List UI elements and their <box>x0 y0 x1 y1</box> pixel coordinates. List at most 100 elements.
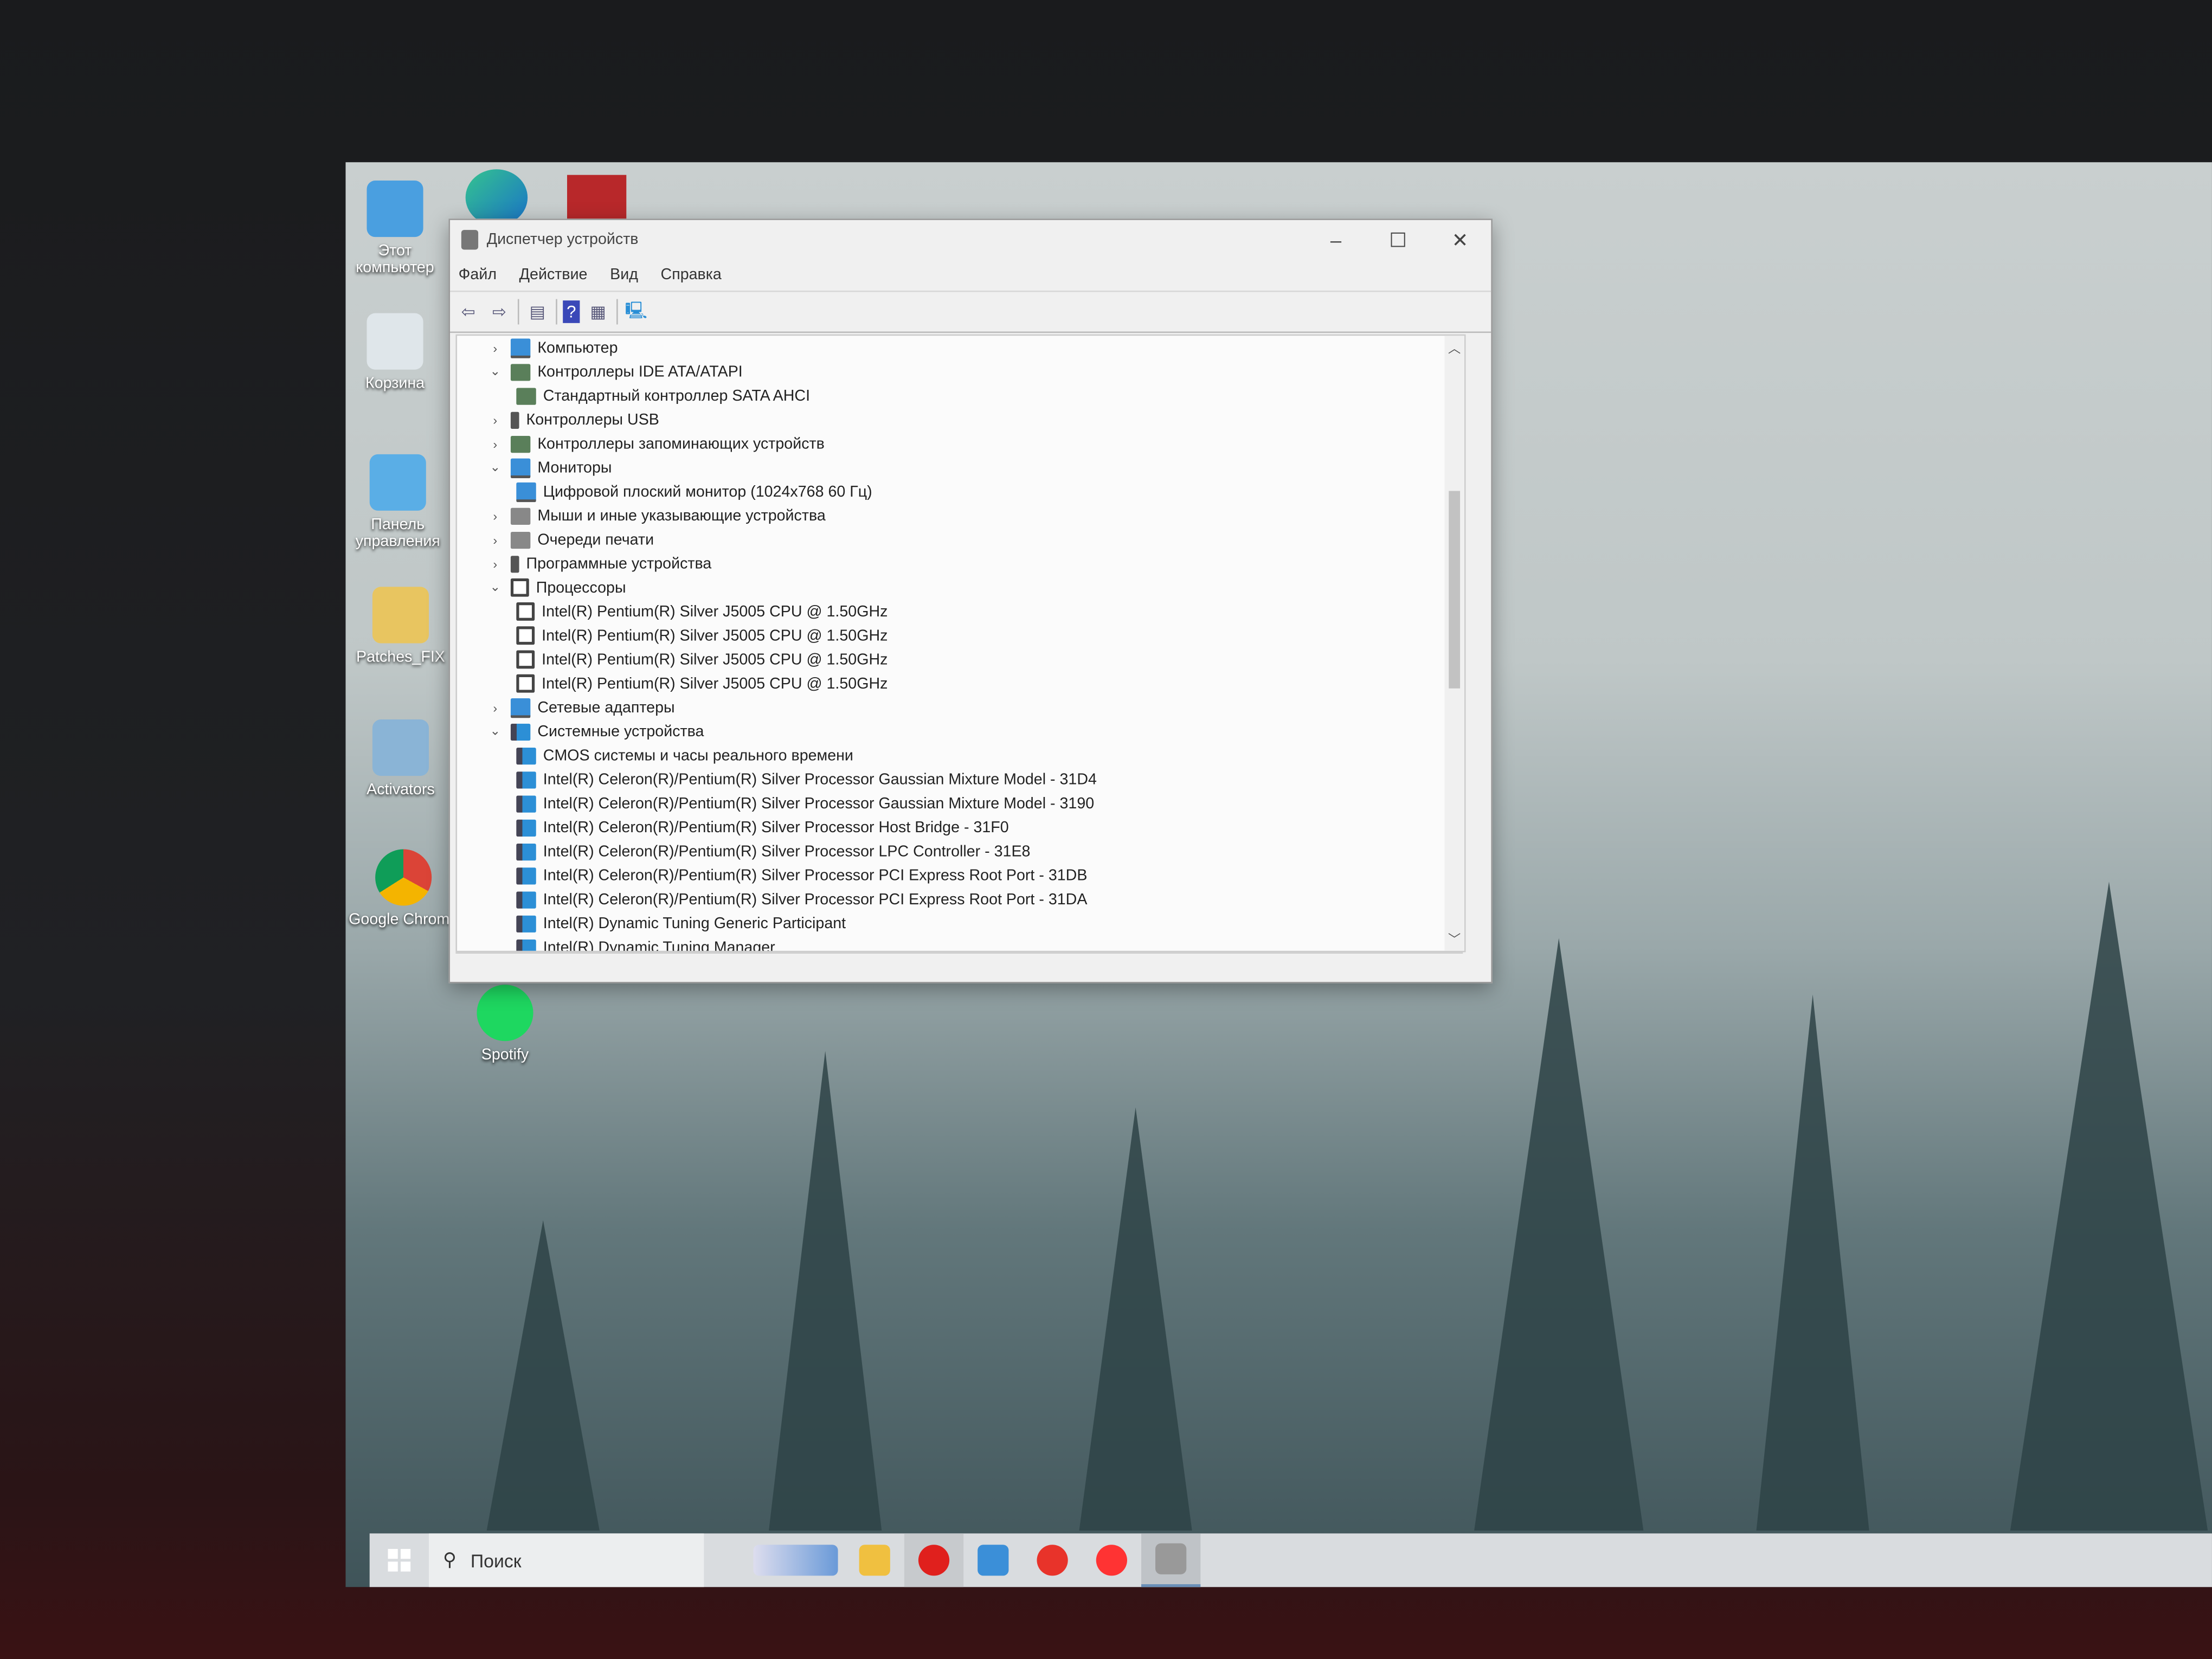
taskbar-yandex-browser[interactable] <box>1023 1533 1082 1587</box>
tree-item-label: Intel(R) Dynamic Tuning Generic Particip… <box>543 915 846 932</box>
tree-item[interactable]: Intel(R) Pentium(R) Silver J5005 CPU @ 1… <box>457 600 1464 623</box>
edge-icon[interactable] <box>465 169 528 226</box>
chevron-right-icon[interactable]: › <box>485 436 505 451</box>
yandex-browser-icon <box>1037 1545 1068 1576</box>
desktop-icon-activators[interactable]: Activators <box>344 719 457 799</box>
scan-hardware-icon[interactable]: 🖳 <box>623 300 649 323</box>
tree-item-label: Стандартный контроллер SATA AHCI <box>543 387 811 404</box>
desktop-icon-this-pc[interactable]: Этот компьютер <box>338 181 451 276</box>
help-icon[interactable]: ? <box>563 300 580 323</box>
tree-item[interactable]: › Очереди печати <box>457 528 1464 551</box>
tree-item[interactable]: › Сетевые адаптеры <box>457 696 1464 719</box>
scrollbar-thumb[interactable] <box>1449 491 1461 689</box>
folder-icon <box>372 587 429 644</box>
cpu-icon <box>516 602 535 621</box>
system-icon <box>516 915 536 932</box>
chevron-right-icon[interactable]: › <box>485 532 505 546</box>
system-icon <box>516 747 536 764</box>
tree-item[interactable]: ⌄ Мониторы <box>457 455 1464 479</box>
back-arrow-icon[interactable]: ⇦ <box>455 300 481 323</box>
chevron-right-icon[interactable]: › <box>485 700 505 715</box>
taskbar-opera[interactable] <box>904 1533 964 1587</box>
scroll-up-icon[interactable]: ︿ <box>1444 338 1464 357</box>
search-placeholder: Поиск <box>470 1549 522 1571</box>
desktop-icon-patches-fix[interactable]: Patches_FIX <box>344 587 457 666</box>
taskbar: ⚲ Поиск <box>369 1533 2212 1587</box>
tree-item[interactable]: ⌄ Процессоры <box>457 576 1464 600</box>
minimize-button[interactable]: – <box>1305 220 1367 260</box>
tree-item[interactable]: ⌄ Контроллеры IDE ATA/ATAPI <box>457 360 1464 384</box>
system-icon <box>516 770 536 788</box>
chevron-right-icon[interactable]: › <box>485 509 505 523</box>
tree-item[interactable]: ⌄ Системные устройства <box>457 719 1464 743</box>
desktop-icon-control-panel[interactable]: Панель управления <box>342 454 454 550</box>
tree-item[interactable]: Цифровой плоский монитор (1024x768 60 Гц… <box>457 480 1464 504</box>
tree-item[interactable]: Intel(R) Pentium(R) Silver J5005 CPU @ 1… <box>457 647 1464 671</box>
tree-item[interactable]: Intel(R) Celeron(R)/Pentium(R) Silver Pr… <box>457 767 1464 791</box>
chevron-right-icon[interactable]: › <box>485 413 505 427</box>
vertical-scrollbar[interactable]: ︿ ﹀ <box>1444 336 1464 951</box>
system-icon <box>516 866 536 884</box>
taskbar-yandex[interactable] <box>1082 1533 1141 1587</box>
taskbar-device-manager[interactable] <box>1141 1533 1201 1587</box>
dota-icon[interactable] <box>567 175 627 226</box>
system-icon <box>516 843 536 860</box>
device-manager-icon <box>1155 1543 1187 1574</box>
desktop-icon-chrome[interactable]: Google Chrome <box>347 849 460 928</box>
software-device-icon <box>510 555 519 573</box>
tree-item-label: CMOS системы и часы реального времени <box>543 747 853 764</box>
wallpaper-tree <box>769 1051 882 1531</box>
menu-file[interactable]: Файл <box>459 267 497 284</box>
store-icon <box>978 1545 1009 1576</box>
tree-item-label: Очереди печати <box>537 531 654 548</box>
view-icon[interactable]: ▦ <box>586 300 611 323</box>
taskbar-news-widget[interactable] <box>746 1533 845 1587</box>
system-icon <box>516 795 536 812</box>
tree-item-label: Цифровой плоский монитор (1024x768 60 Гц… <box>543 483 872 500</box>
tree-item[interactable]: Intel(R) Celeron(R)/Pentium(R) Silver Pr… <box>457 863 1464 887</box>
chevron-right-icon[interactable]: › <box>485 340 505 355</box>
scroll-down-icon[interactable]: ﹀ <box>1444 930 1464 948</box>
tree-item-label: Процессоры <box>536 579 626 596</box>
forward-arrow-icon[interactable]: ⇨ <box>487 300 512 323</box>
tree-item[interactable]: CMOS системы и часы реального времени <box>457 743 1464 767</box>
tree-item[interactable]: › Программные устройства <box>457 551 1464 575</box>
chevron-right-icon[interactable]: › <box>485 556 505 570</box>
maximize-button[interactable]: ☐ <box>1367 220 1429 260</box>
tree-item[interactable]: Intel(R) Dynamic Tuning Generic Particip… <box>457 911 1464 935</box>
menu-help[interactable]: Справка <box>661 267 722 284</box>
chevron-down-icon[interactable]: ⌄ <box>485 364 505 380</box>
tree-item[interactable]: Intel(R) Pentium(R) Silver J5005 CPU @ 1… <box>457 623 1464 647</box>
start-button[interactable] <box>370 1533 429 1587</box>
search-icon: ⚲ <box>443 1548 456 1571</box>
taskbar-store[interactable] <box>963 1533 1023 1587</box>
menu-action[interactable]: Действие <box>519 267 588 284</box>
tree-item[interactable]: Intel(R) Celeron(R)/Pentium(R) Silver Pr… <box>457 792 1464 815</box>
device-manager-icon <box>461 230 479 250</box>
tree-item[interactable]: › Мыши и иные указывающие устройства <box>457 504 1464 528</box>
chevron-down-icon[interactable]: ⌄ <box>485 724 505 740</box>
tree-item[interactable]: Intel(R) Dynamic Tuning Manager <box>457 935 1464 951</box>
search-box[interactable]: ⚲ Поиск <box>429 1533 704 1587</box>
desktop-icon-spotify[interactable]: Spotify <box>448 985 561 1064</box>
tree-item[interactable]: › Контроллеры USB <box>457 408 1464 432</box>
properties-icon[interactable]: ▤ <box>525 300 550 323</box>
chevron-down-icon[interactable]: ⌄ <box>485 460 505 475</box>
tree-item[interactable]: › Контроллеры запоминающих устройств <box>457 432 1464 455</box>
tree-item[interactable]: Intel(R) Celeron(R)/Pentium(R) Silver Pr… <box>457 839 1464 863</box>
tree-item[interactable]: › Компьютер <box>457 336 1464 359</box>
system-icon <box>510 723 531 740</box>
taskbar-file-explorer[interactable] <box>845 1533 904 1587</box>
tree-item[interactable]: Intel(R) Celeron(R)/Pentium(R) Silver Pr… <box>457 815 1464 839</box>
system-icon <box>516 819 536 836</box>
tree-item[interactable]: Intel(R) Pentium(R) Silver J5005 CPU @ 1… <box>457 672 1464 696</box>
tree-item[interactable]: Стандартный контроллер SATA AHCI <box>457 384 1464 408</box>
tree-item-label: Intel(R) Celeron(R)/Pentium(R) Silver Pr… <box>543 866 1088 884</box>
chevron-down-icon[interactable]: ⌄ <box>485 580 505 595</box>
desktop-icon-recycle-bin[interactable]: Корзина <box>338 313 451 392</box>
icon-label: Spotify <box>481 1046 529 1064</box>
tree-item[interactable]: Intel(R) Celeron(R)/Pentium(R) Silver Pr… <box>457 888 1464 911</box>
folder-icon <box>859 1545 890 1576</box>
menu-view[interactable]: Вид <box>610 267 638 284</box>
close-button[interactable]: ✕ <box>1429 220 1491 260</box>
